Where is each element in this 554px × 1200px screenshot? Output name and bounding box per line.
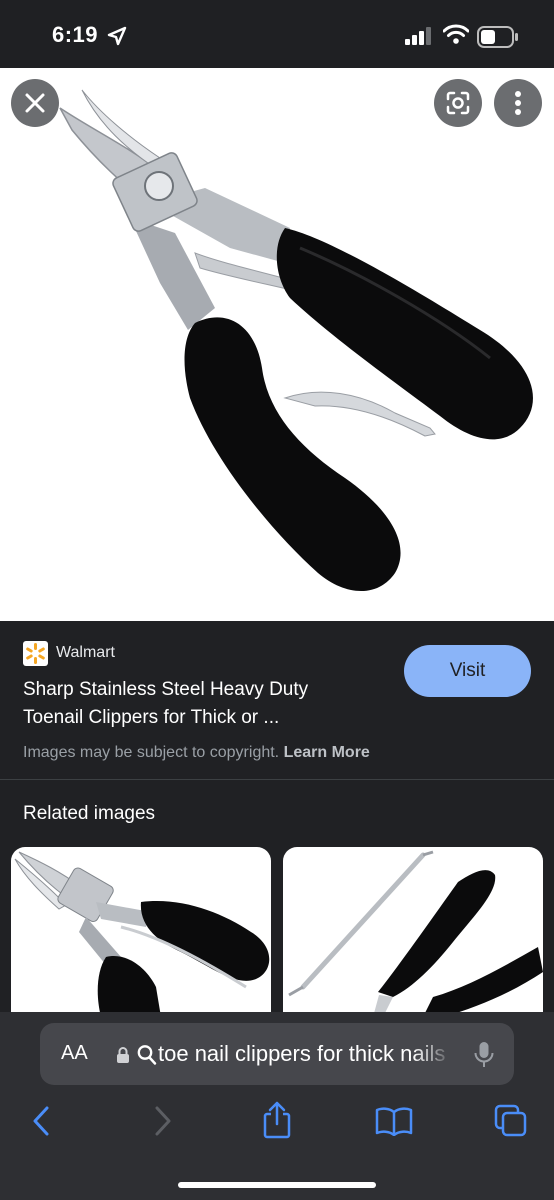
text-size-button[interactable]: AA — [61, 1042, 88, 1065]
result-title-line-2: Toenail Clippers for Thick or ... — [23, 707, 280, 728]
lens-icon — [446, 91, 470, 115]
back-icon[interactable] — [30, 1104, 54, 1138]
wifi-icon — [443, 24, 469, 44]
related-images-heading: Related images — [23, 803, 156, 824]
result-title-line-1: Sharp Stainless Steel Heavy Duty — [23, 679, 309, 700]
more-vert-icon — [515, 91, 521, 115]
microphone-icon[interactable] — [473, 1041, 495, 1069]
related-image-2-picture — [288, 850, 543, 1017]
forward-icon[interactable] — [150, 1104, 174, 1138]
result-info-panel: Walmart Sharp Stainless Steel Heavy Duty… — [0, 621, 554, 780]
address-text[interactable]: toe nail clippers for thick nails — [158, 1041, 454, 1067]
lens-button[interactable] — [434, 79, 482, 127]
tabs-icon[interactable] — [494, 1104, 528, 1138]
source-name[interactable]: Walmart — [56, 644, 115, 662]
related-image-1-picture — [14, 851, 270, 1017]
status-time: 6:19 — [52, 22, 99, 47]
result-title[interactable]: Sharp Stainless Steel Heavy Duty Toenail… — [23, 676, 383, 732]
search-icon — [137, 1045, 157, 1065]
walmart-logo-icon — [23, 641, 48, 666]
share-icon[interactable] — [261, 1100, 293, 1140]
cellular-signal-icon — [405, 27, 431, 45]
related-image-1[interactable] — [11, 847, 271, 1017]
bookmarks-icon[interactable] — [375, 1106, 413, 1136]
location-arrow-icon — [107, 26, 127, 46]
close-icon — [25, 93, 45, 113]
lock-icon — [117, 1047, 129, 1063]
battery-icon — [477, 26, 518, 48]
copyright-text: Images may be subject to copyright. — [23, 744, 280, 761]
more-options-button[interactable] — [494, 79, 542, 127]
product-image — [59, 89, 533, 592]
close-button[interactable] — [11, 79, 59, 127]
related-image-2[interactable] — [283, 847, 543, 1017]
status-bar: 6:19 — [0, 0, 554, 68]
learn-more-link[interactable]: Learn More — [284, 744, 370, 761]
main-image-viewer[interactable] — [0, 68, 554, 621]
visit-button[interactable]: Visit — [404, 645, 531, 697]
copyright-notice: Images may be subject to copyright. Lear… — [23, 744, 370, 762]
home-indicator[interactable] — [178, 1182, 376, 1188]
